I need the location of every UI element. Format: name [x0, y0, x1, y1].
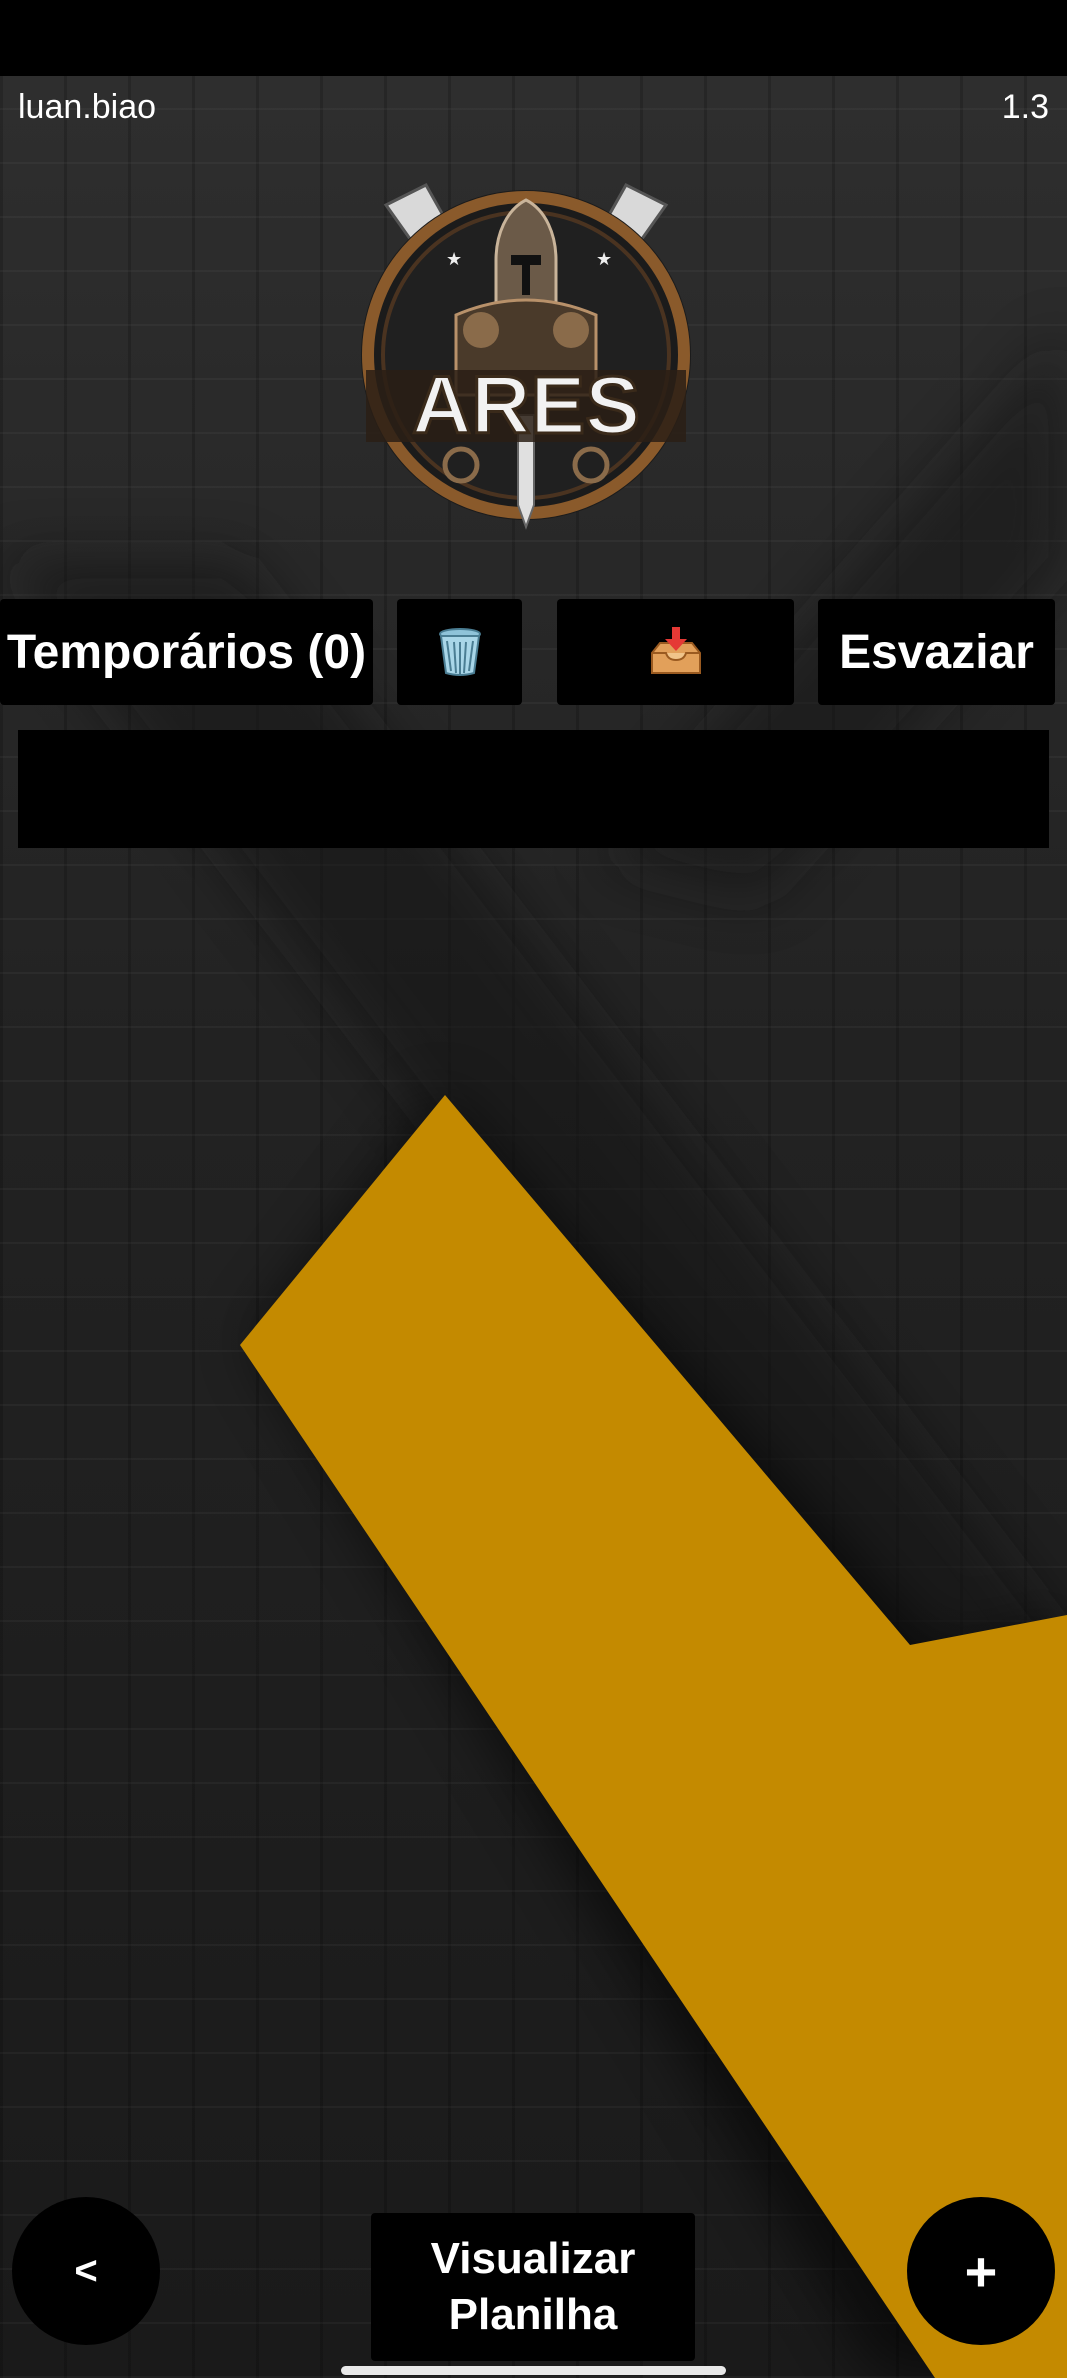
trash-button[interactable] [397, 599, 522, 705]
wastebasket-icon [438, 628, 481, 676]
content-panel [18, 730, 1049, 848]
username-label: luan.biao [18, 88, 157, 126]
status-bar [0, 0, 1067, 76]
visualizar-label: Visualizar [430, 2234, 636, 2283]
esvaziar-button[interactable]: Esvaziar [818, 599, 1055, 705]
svg-text:★: ★ [446, 249, 462, 270]
inbox-tray-icon [650, 627, 701, 674]
home-indicator[interactable] [341, 2366, 726, 2375]
planilha-label: Planilha [448, 2290, 618, 2339]
add-button[interactable]: + [907, 2197, 1055, 2345]
svg-text:ARES: ARES [412, 360, 640, 451]
temporarios-button[interactable]: Temporários (0) [0, 599, 373, 705]
back-button[interactable]: < [12, 2197, 160, 2345]
inbox-button[interactable] [557, 599, 794, 705]
version-label: 1.3 [1001, 88, 1049, 126]
ares-logo: ★ ★ ARES [346, 165, 706, 535]
svg-text:★: ★ [596, 249, 612, 270]
visualizar-planilha-button[interactable]: Visualizar Planilha [371, 2213, 695, 2361]
